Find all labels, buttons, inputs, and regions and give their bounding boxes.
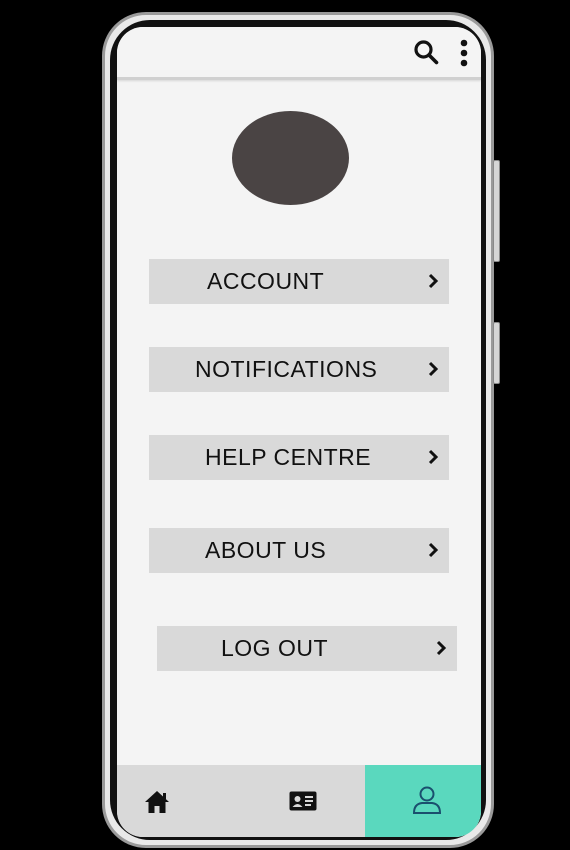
menu-item-label: HELP CENTRE [205, 444, 372, 470]
search-icon[interactable] [413, 39, 439, 65]
menu-item-account[interactable]: ACCOUNT [149, 259, 449, 304]
more-vertical-icon[interactable] [457, 39, 471, 67]
menu-item-label: NOTIFICATIONS [195, 356, 378, 382]
bottom-navigation [117, 765, 481, 837]
menu-item-label: ACCOUNT [207, 268, 325, 294]
menu-item-about-us[interactable]: ABOUT US [149, 528, 449, 573]
menu-item-log-out[interactable]: LOG OUT [157, 626, 457, 671]
chevron-right-icon [428, 361, 439, 377]
volume-button [493, 322, 500, 384]
avatar[interactable] [232, 111, 349, 205]
chevron-right-icon [428, 273, 439, 289]
chevron-right-icon [428, 449, 439, 465]
top-app-bar [117, 27, 481, 80]
menu-item-label: LOG OUT [221, 635, 329, 661]
home-icon [145, 791, 169, 813]
menu-item-label: ABOUT US [205, 537, 327, 563]
menu-item-notifications[interactable]: NOTIFICATIONS [149, 347, 449, 392]
nav-tab-home[interactable] [117, 765, 241, 837]
menu-item-help-centre[interactable]: HELP CENTRE [149, 435, 449, 480]
power-button [493, 160, 500, 262]
contact-card-icon [289, 791, 317, 811]
nav-tab-contacts[interactable] [241, 765, 365, 837]
phone-screen: ACCOUNT NOTIFICATIONS HELP CENTRE ABOUT … [117, 27, 481, 837]
user-profile-icon [412, 786, 442, 814]
chevron-right-icon [436, 640, 447, 656]
nav-tab-profile[interactable] [365, 765, 481, 837]
chevron-right-icon [428, 542, 439, 558]
